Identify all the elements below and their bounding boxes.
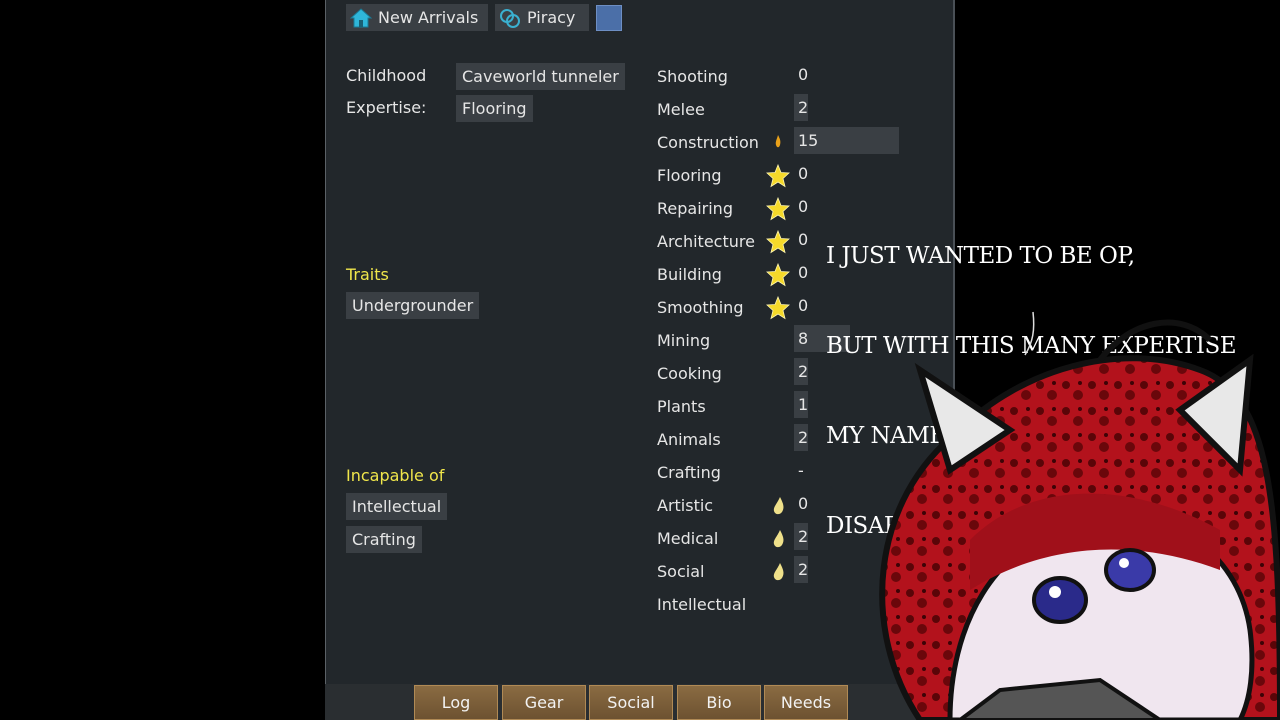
tab-new-arrivals-label: New Arrivals — [378, 8, 479, 27]
traits-heading: Traits — [346, 265, 389, 284]
star-icon — [766, 230, 790, 254]
tab-piracy-label: Piracy — [527, 8, 576, 27]
flame-icon — [775, 135, 781, 148]
skill-level-bar: 0 — [798, 197, 809, 216]
tab-piracy[interactable]: Piracy — [495, 4, 589, 31]
star-icon — [766, 164, 790, 188]
skill-name: Mining — [657, 331, 711, 350]
skill-name: Social — [657, 562, 705, 581]
skill-name: Artistic — [657, 496, 714, 515]
expertise-value[interactable]: Flooring — [456, 95, 533, 122]
incapable-chip-crafting[interactable]: Crafting — [346, 526, 422, 553]
tab-new-arrivals[interactable]: New Arrivals — [346, 4, 488, 31]
flame-icon — [773, 530, 784, 548]
tab-bio[interactable]: Bio — [677, 685, 761, 720]
skill-name: Repairing — [657, 199, 733, 218]
expertise-label: Expertise: — [346, 98, 427, 117]
star-icon — [766, 296, 790, 320]
tab-gear[interactable]: Gear — [502, 685, 586, 720]
skill-level-bar: 15 — [794, 127, 899, 154]
skill-name: Medical — [657, 529, 719, 548]
color-swatch-button[interactable] — [596, 5, 622, 31]
incapable-heading: Incapable of — [346, 466, 445, 485]
faction-icon — [500, 9, 520, 28]
skill-name: Architecture — [657, 232, 755, 251]
skill-name: Intellectual — [657, 595, 747, 614]
skill-name: Plants — [657, 397, 706, 416]
avatar — [879, 319, 1280, 720]
incapable-chip-intellectual[interactable]: Intellectual — [346, 493, 448, 520]
trait-chip[interactable]: Undergrounder — [346, 292, 480, 319]
skill-name: Melee — [657, 100, 705, 119]
childhood-label: Childhood — [346, 66, 427, 85]
skill-name: Cooking — [657, 364, 722, 383]
skill-level-bar: 0 — [798, 65, 809, 84]
skill-name: Construction — [657, 133, 759, 152]
skill-level-bar: 2 — [794, 94, 808, 121]
flame-icon — [773, 563, 784, 581]
skill-level-bar: 0 — [798, 263, 809, 282]
skill-name: Shooting — [657, 67, 728, 86]
skill-name: Crafting — [657, 463, 721, 482]
tab-log[interactable]: Log — [414, 685, 498, 720]
flame-icon — [773, 497, 784, 515]
skill-level-bar: 0 — [798, 230, 809, 249]
star-icon — [766, 197, 790, 221]
star-icon — [766, 263, 790, 287]
caption-line: I JUST WANTED TO BE OP, — [826, 243, 1135, 269]
childhood-value[interactable]: Caveworld tunneler — [456, 63, 625, 90]
skill-name: Flooring — [657, 166, 722, 185]
skill-level-bar: 0 — [798, 164, 809, 183]
skill-name: Animals — [657, 430, 721, 449]
skill-name: Smoothing — [657, 298, 744, 317]
tab-social[interactable]: Social — [589, 685, 673, 720]
home-icon — [350, 8, 372, 28]
skill-name: Building — [657, 265, 722, 284]
